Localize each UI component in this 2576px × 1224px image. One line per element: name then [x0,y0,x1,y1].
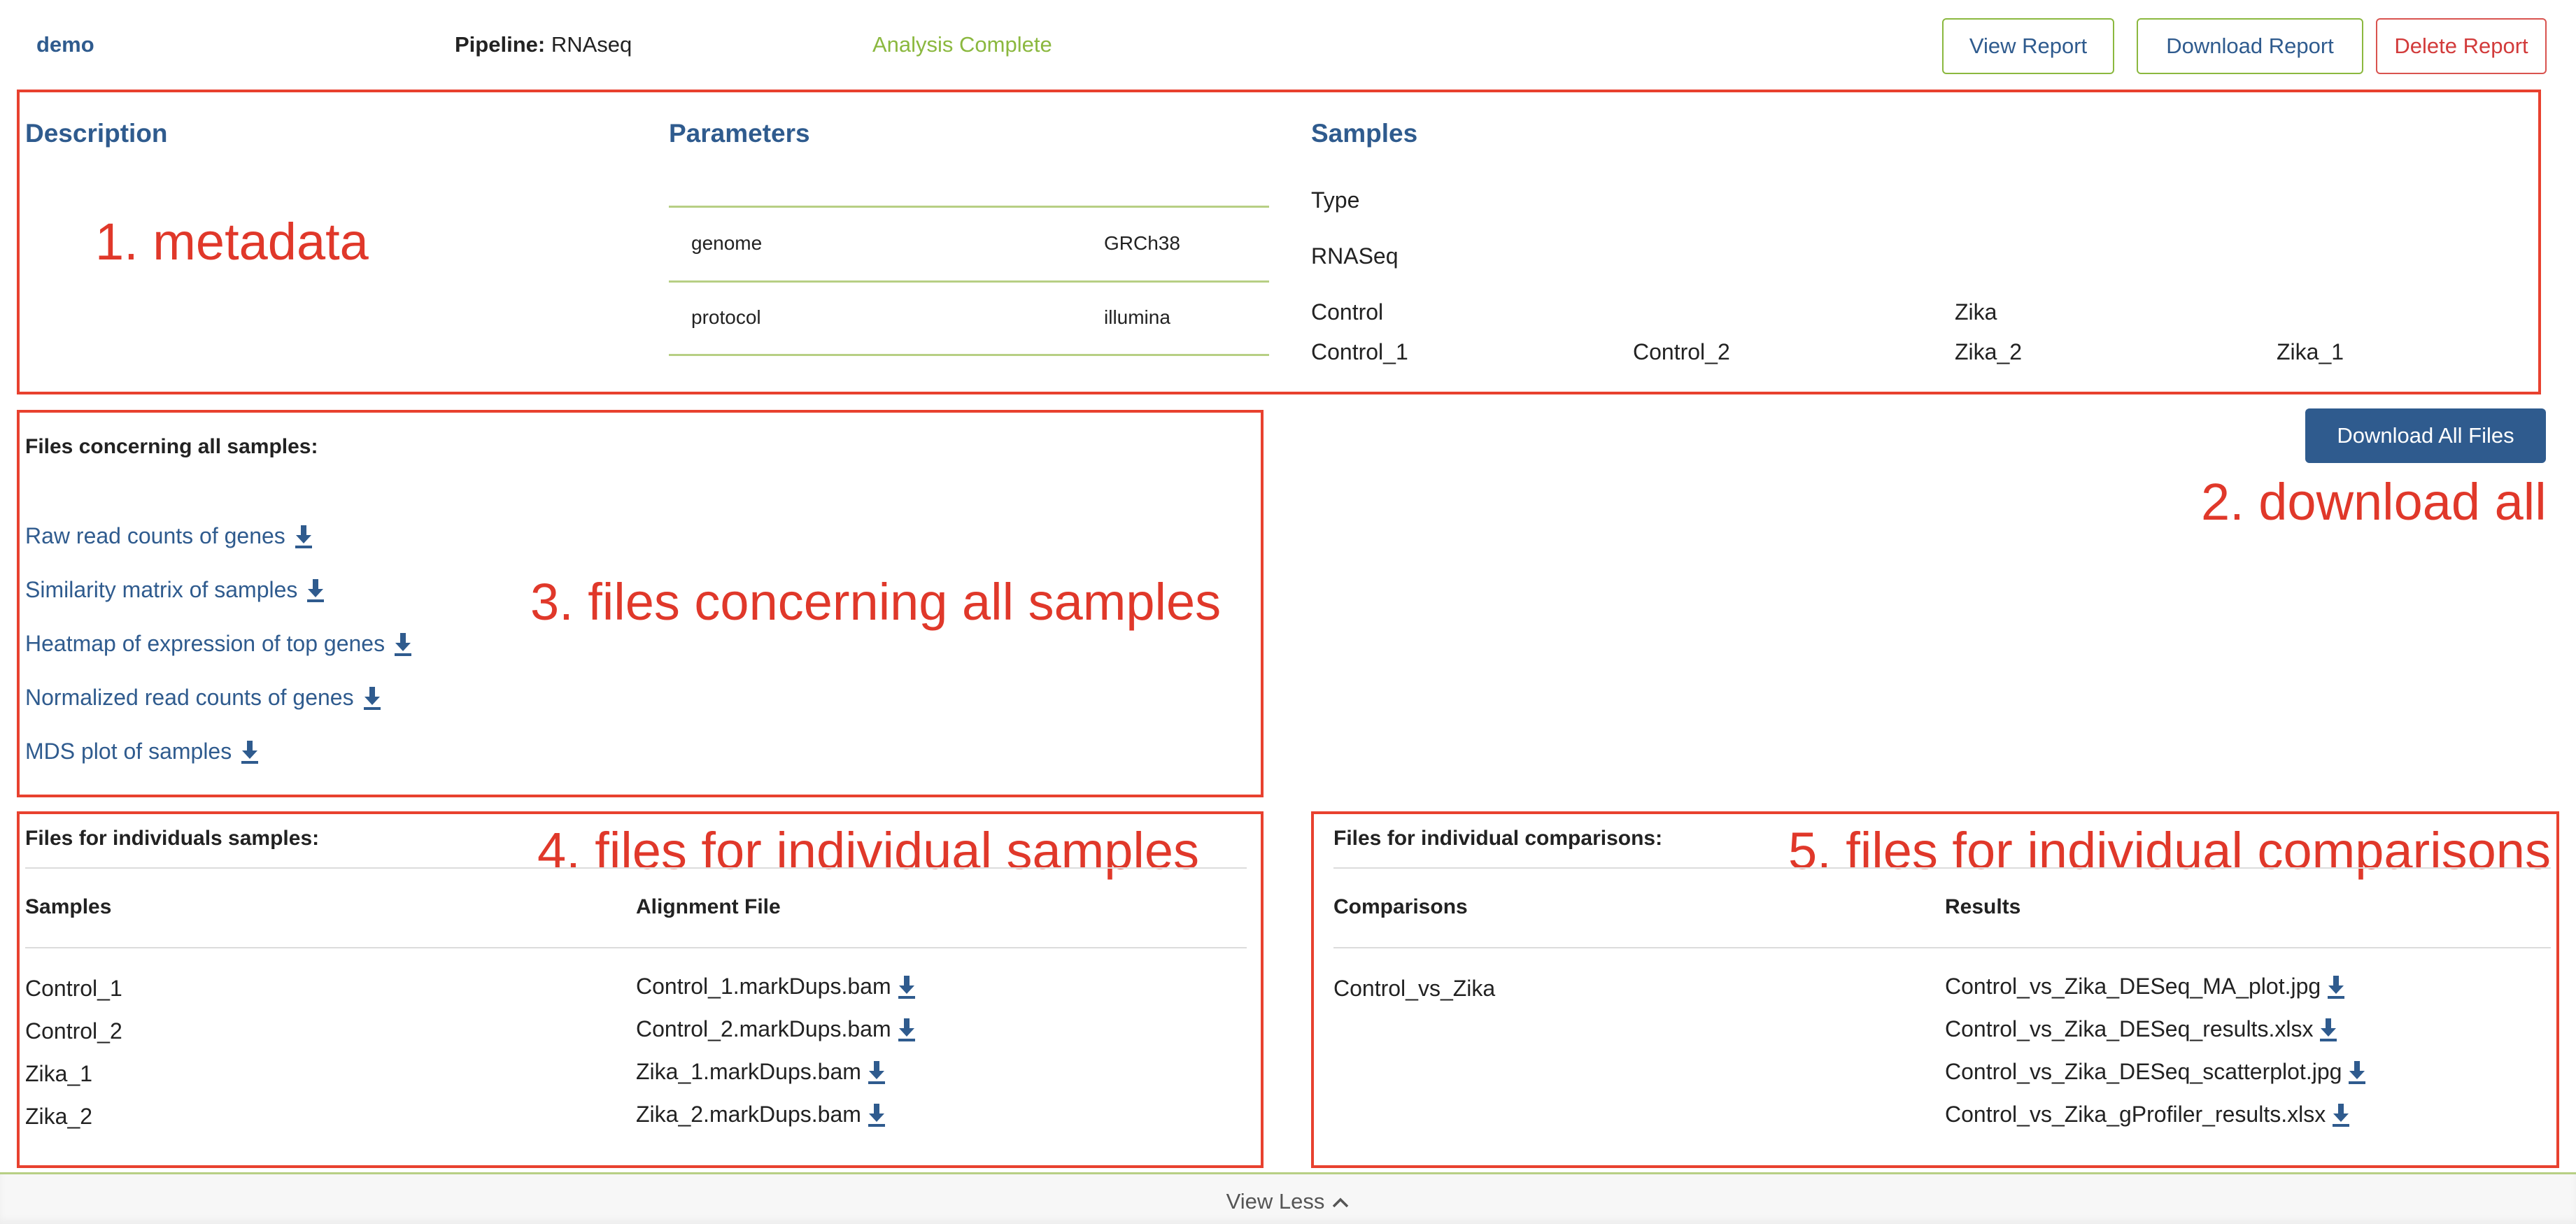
file-link-label[interactable]: Normalized read counts of genes [25,685,354,711]
download-icon[interactable] [897,974,917,999]
download-icon[interactable] [867,1102,886,1127]
file-link-normalized-counts[interactable]: Normalized read counts of genes [25,685,382,711]
param-key: protocol [691,306,761,328]
download-icon[interactable] [393,632,413,657]
view-less-toggle[interactable]: View Less [0,1189,2576,1214]
result-file-label[interactable]: Control_vs_Zika_DESeq_MA_plot.jpg [1945,974,2321,999]
table-divider [25,867,1247,869]
group-control: Control [1311,299,1384,325]
col-header-comparisons: Comparisons [1333,895,1468,918]
result-file-link[interactable]: Control_vs_Zika_DESeq_scatterplot.jpg [1945,1059,2367,1085]
comparison-cell: Control_vs_Zika [1333,976,1496,1001]
col-header-samples: Samples [25,895,112,918]
comparisons-title: Files for individual comparisons: [1333,827,1663,850]
file-link-mds-plot[interactable]: MDS plot of samples [25,739,260,764]
download-icon[interactable] [2331,1102,2351,1127]
file-link-label[interactable]: Heatmap of expression of top genes [25,631,385,657]
download-icon[interactable] [897,1017,917,1042]
download-icon[interactable] [867,1060,886,1085]
result-file-link[interactable]: Control_vs_Zika_gProfiler_results.xlsx [1945,1102,2351,1127]
param-table-divider [669,206,1269,208]
result-file-label[interactable]: Control_vs_Zika_gProfiler_results.xlsx [1945,1102,2326,1127]
download-icon[interactable] [2347,1060,2367,1085]
file-link-similarity-matrix[interactable]: Similarity matrix of samples [25,577,325,603]
download-report-button[interactable]: Download Report [2137,18,2363,74]
alignment-file-link[interactable]: Control_2.markDups.bam [636,1016,917,1042]
sample-cell: Zika_1 [25,1061,93,1086]
download-all-button[interactable]: Download All Files [2305,408,2546,463]
table-divider [25,947,1247,948]
param-key: genome [691,232,763,254]
all-samples-title: Files concerning all samples: [25,435,318,458]
group-zika: Zika [1955,299,1997,325]
download-icon[interactable] [2326,974,2346,999]
alignment-file-link[interactable]: Control_1.markDups.bam [636,974,917,999]
col-header-results: Results [1945,895,2021,918]
annotation-download-all: 2. download all [2201,473,2547,531]
file-link-label[interactable]: Similarity matrix of samples [25,577,297,603]
view-less-label[interactable]: View Less [1226,1189,1325,1214]
alignment-file-label[interactable]: Zika_1.markDups.bam [636,1059,861,1085]
result-file-link[interactable]: Control_vs_Zika_DESeq_results.xlsx [1945,1016,2338,1042]
download-icon[interactable] [294,524,313,549]
sample-name: Zika_2 [1955,339,2023,364]
pipeline-value: RNAseq [551,32,632,57]
annotation-comparisons: 5. files for individual comparisons [1788,822,2551,880]
description-title: Description [25,119,168,148]
alignment-file-link[interactable]: Zika_1.markDups.bam [636,1059,886,1085]
download-icon[interactable] [362,685,382,711]
sample-cell: Control_2 [25,1018,122,1044]
alignment-file-label[interactable]: Control_1.markDups.bam [636,974,891,999]
samples-type-label: Type [1311,187,1360,213]
result-file-link[interactable]: Control_vs_Zika_DESeq_MA_plot.jpg [1945,974,2346,999]
individual-samples-title: Files for individuals samples: [25,827,320,850]
alignment-file-link[interactable]: Zika_2.markDups.bam [636,1102,886,1127]
alignment-file-label[interactable]: Zika_2.markDups.bam [636,1102,861,1127]
param-table-divider [669,280,1269,283]
table-divider [1333,947,2551,948]
download-icon[interactable] [306,578,325,603]
delete-report-button[interactable]: Delete Report [2376,18,2547,74]
sample-cell: Control_1 [25,976,122,1001]
alignment-file-label[interactable]: Control_2.markDups.bam [636,1016,891,1042]
sample-name: Control_1 [1311,339,1408,364]
file-link-heatmap[interactable]: Heatmap of expression of top genes [25,631,413,657]
param-value: GRCh38 [1104,232,1180,254]
project-name[interactable]: demo [36,32,94,57]
sample-name: Zika_1 [2277,339,2344,364]
status-text: Analysis Complete [872,32,1052,57]
sample-cell: Zika_2 [25,1104,93,1129]
annotation-all-samples: 3. files concerning all samples [530,573,1222,631]
view-report-button[interactable]: View Report [1942,18,2114,74]
download-icon[interactable] [2319,1017,2338,1042]
file-link-label[interactable]: Raw read counts of genes [25,523,285,549]
annotation-metadata: 1. metadata [95,213,369,271]
file-link-raw-counts[interactable]: Raw read counts of genes [25,523,313,549]
samples-type-value: RNASeq [1311,243,1399,269]
col-header-alignment-file: Alignment File [636,895,781,918]
chevron-up-icon[interactable] [1331,1189,1350,1214]
param-table-divider [669,354,1269,356]
sample-name: Control_2 [1633,339,1730,364]
table-divider [1333,867,2551,869]
file-link-label[interactable]: MDS plot of samples [25,739,232,764]
annotation-box-metadata [17,90,2541,394]
result-file-label[interactable]: Control_vs_Zika_DESeq_results.xlsx [1945,1016,2313,1042]
parameters-title: Parameters [669,119,810,148]
pipeline-label: Pipeline: [455,32,546,57]
samples-title: Samples [1311,119,1418,148]
annotation-individual-samples: 4. files for individual samples [537,822,1199,880]
pipeline-info: Pipeline: RNAseq [455,32,632,57]
download-icon[interactable] [240,739,260,764]
param-value: illumina [1104,306,1170,328]
result-file-label[interactable]: Control_vs_Zika_DESeq_scatterplot.jpg [1945,1059,2342,1085]
